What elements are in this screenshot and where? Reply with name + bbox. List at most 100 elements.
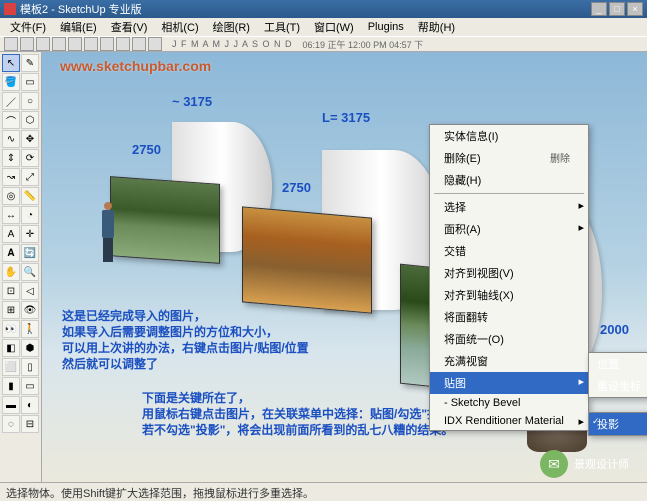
tool-front[interactable]: ▯ [21,358,39,376]
tool-paint[interactable]: 🪣 [2,73,20,91]
menu-bar: 文件(F) 编辑(E) 查看(V) 相机(C) 绘图(R) 工具(T) 窗口(W… [0,18,647,36]
tool-back[interactable]: ▭ [21,377,39,395]
menu-tools[interactable]: 工具(T) [258,18,306,36]
menu-file[interactable]: 文件(F) [4,18,52,36]
tool-rotate[interactable]: ⟳ [21,149,39,167]
tool-3dtext[interactable]: 𝐀 [2,244,20,262]
sub-reset[interactable]: 重设坐标 [589,375,647,397]
dim-2750b: 2750 [282,180,311,195]
ctx-hide[interactable]: 隐藏(H) [430,169,588,191]
ctx-unify[interactable]: 将面统一(O) [430,328,588,350]
wechat-badge: ✉ 景观设计师 [540,450,629,478]
tb-copy[interactable] [68,37,82,51]
dim-tilde: ~ 3175 [172,94,212,109]
tool-arc[interactable]: ⌒ [2,111,20,129]
dim-2000b: 2000 [600,322,629,337]
tb-cut[interactable] [52,37,66,51]
tool-circle[interactable]: ○ [21,92,39,110]
ctx-intersect[interactable]: 交错 [430,240,588,262]
ctx-zoom[interactable]: 充满视窗 [430,350,588,372]
minimize-button[interactable]: _ [591,2,607,16]
month-scale: J F M A M J J A S O N D [172,39,293,49]
tool-section[interactable]: ◧ [2,339,20,357]
tool-poly[interactable]: ⬡ [21,111,39,129]
ctx-entity-info[interactable]: 实体信息(I) [430,125,588,147]
tool-rect[interactable]: ▭ [21,73,39,91]
menu-help[interactable]: 帮助(H) [412,18,461,36]
context-menu: 实体信息(I) 删除(E)删除 隐藏(H) 选择 面积(A) 交错 对齐到视图(… [429,124,589,431]
ctx-flip[interactable]: 将面翻转 [430,306,588,328]
ctx-idx-material[interactable]: IDX Renditioner Material ✓投影 [430,412,588,430]
tb-model[interactable] [148,37,162,51]
tool-wire[interactable]: ⊟ [21,415,39,433]
tool-dim[interactable]: ↔ [2,206,20,224]
imported-photo-2[interactable] [242,206,372,313]
tool-zoom[interactable]: 🔍 [21,263,39,281]
tool-pan[interactable]: ✋ [2,263,20,281]
main-toolbar: J F M A M J J A S O N D 06:19 正午 12:00 P… [0,36,647,52]
app-icon [4,3,16,15]
ctx-delete[interactable]: 删除(E)删除 [430,147,588,169]
scale-figure[interactable] [98,202,118,262]
tool-top[interactable]: ⬜ [2,358,20,376]
tool-shade[interactable]: ◐ [21,396,39,414]
close-button[interactable]: × [627,2,643,16]
imported-photo-1[interactable] [110,176,220,264]
ctx-select[interactable]: 选择 [430,196,588,218]
menu-plugins[interactable]: Plugins [362,20,410,34]
tool-line[interactable]: ／ [2,92,20,110]
tool-follow[interactable]: ↝ [2,168,20,186]
tool-freehand[interactable]: ∿ [2,130,20,148]
tool-scale[interactable]: ⤢ [21,168,39,186]
tb-paste[interactable] [84,37,98,51]
tool-prev[interactable]: ◁ [21,282,39,300]
menu-view[interactable]: 查看(V) [105,18,154,36]
ctx-sketchy-bevel[interactable]: - Sketchy Bevel [430,394,588,412]
tool-right[interactable]: ▮ [2,377,20,395]
tb-print[interactable] [132,37,146,51]
tool-axes[interactable]: ✛ [21,225,39,243]
sub-position[interactable]: 位置 [589,353,647,375]
tb-redo[interactable] [116,37,130,51]
tb-open[interactable] [20,37,34,51]
viewport[interactable]: www.sketchupbar.com ~ 3175 L= 3175 2750 … [42,52,647,482]
tool-text[interactable]: A [2,225,20,243]
tool-xray[interactable]: ◌ [2,415,20,433]
tool-orbit[interactable]: 🔄 [21,244,39,262]
tool-zoomext[interactable]: ⊞ [2,301,20,319]
submenu-projection: ✓投影 [588,412,647,436]
menu-camera[interactable]: 相机(C) [155,18,204,36]
tool-iso[interactable]: ⬢ [21,339,39,357]
status-bar: 选择物体。使用Shift键扩大选择范围，拖拽鼠标进行多重选择。 [0,482,647,500]
dim-l: L= 3175 [322,110,370,125]
title-bar: 模板2 - SketchUp 专业版 _ □ × [0,0,647,18]
wechat-label: 景观设计师 [574,456,629,472]
tool-tape[interactable]: 📏 [21,187,39,205]
sub-projection[interactable]: ✓投影 [589,413,647,435]
ctx-area[interactable]: 面积(A) [430,218,588,240]
ctx-align-axis[interactable]: 对齐到轴线(X) [430,284,588,306]
tool-push[interactable]: ⇕ [2,149,20,167]
menu-edit[interactable]: 编辑(E) [54,18,103,36]
annotation-1: 这是已经完成导入的图片， 如果导入后需要调整图片的方位和大小， 可以用上次讲的办… [62,308,309,372]
ctx-texture[interactable]: 贴图 位置 重设坐标 [430,372,588,394]
submenu-texture-pos: 位置 重设坐标 [588,352,647,398]
tool-left[interactable]: ▬ [2,396,20,414]
tool-offset[interactable]: ◎ [2,187,20,205]
tool-protractor[interactable]: ◔ [21,206,39,224]
tb-undo[interactable] [100,37,114,51]
tb-new[interactable] [4,37,18,51]
menu-window[interactable]: 窗口(W) [308,18,360,36]
maximize-button[interactable]: □ [609,2,625,16]
tool-move[interactable]: ✥ [21,130,39,148]
tool-select[interactable]: ↖ [2,54,20,72]
tool-walk[interactable]: 🚶 [21,320,39,338]
tool-zoomwin[interactable]: ⊡ [2,282,20,300]
tool-position[interactable]: 👁 [21,301,39,319]
tool-look[interactable]: 👀 [2,320,20,338]
left-toolbox: ↖ ✎ 🪣 ▭ ／ ○ ⌒ ⬡ ∿ ✥ ⇕ ⟳ ↝ ⤢ ◎ 📏 ↔ ◔ A ✛ … [0,52,42,482]
tb-save[interactable] [36,37,50,51]
ctx-align-view[interactable]: 对齐到视图(V) [430,262,588,284]
menu-draw[interactable]: 绘图(R) [207,18,256,36]
tool-eraser[interactable]: ✎ [21,54,39,72]
